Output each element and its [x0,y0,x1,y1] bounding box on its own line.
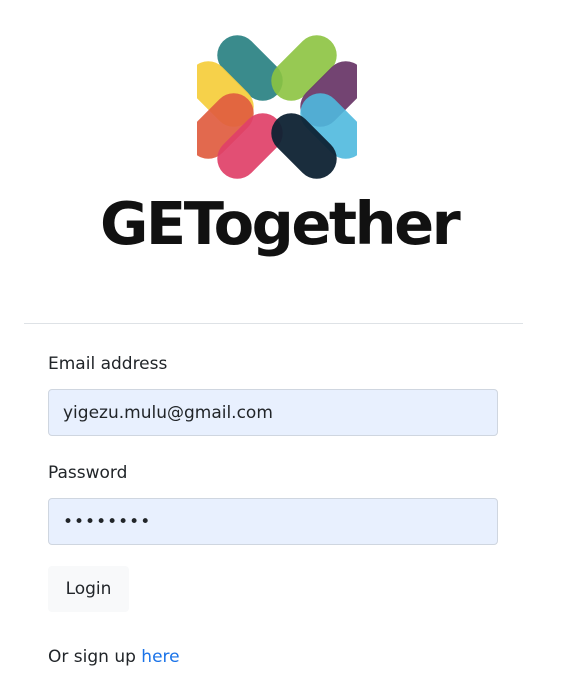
getogether-logo: GETogether [100,26,461,276]
login-page: GETogether Email address yigezu.mulu@gma… [0,0,564,693]
signup-prefix: Or sign up [48,647,142,667]
signup-link[interactable]: here [141,647,179,667]
login-form: Email address yigezu.mulu@gmail.com Pass… [48,352,498,612]
logo-wordmark: GETogether [100,189,461,258]
signup-prompt: Or sign up here [48,645,180,670]
login-button[interactable]: Login [48,566,129,612]
email-value: yigezu.mulu@gmail.com [63,402,273,423]
email-field[interactable]: yigezu.mulu@gmail.com [48,389,498,436]
email-label: Email address [48,354,168,374]
password-field[interactable]: •••••••• [48,498,498,545]
password-label: Password [48,463,128,483]
logo-mark-icon [197,35,357,179]
password-value: •••••••• [63,511,152,532]
divider [24,323,523,324]
